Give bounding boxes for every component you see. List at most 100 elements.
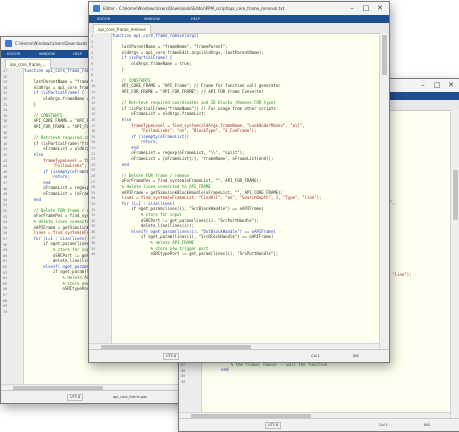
line-number: 30: [91, 196, 96, 201]
line-number: 22: [91, 151, 96, 156]
line-number: 36: [91, 230, 96, 234]
line-number: 70: [3, 309, 8, 314]
line-number: 14: [91, 106, 96, 111]
line-number: 40: [91, 252, 96, 257]
window-controls: – □ ✕: [416, 81, 458, 90]
line-number: 40: [3, 141, 8, 146]
line-number: 61: [3, 259, 8, 264]
line-number: 87: [181, 363, 186, 367]
line-number: 23: [91, 157, 96, 162]
menu-help[interactable]: HELP: [191, 17, 200, 21]
line-number: 63: [3, 270, 8, 275]
line-number: 34: [91, 218, 96, 223]
vertical-scrollbar[interactable]: [379, 33, 389, 350]
line-number: 90: [181, 379, 186, 384]
line-number: 37: [3, 125, 8, 129]
status-col: Col 1: [311, 354, 320, 358]
status-encoding: UTF-8: [67, 394, 84, 401]
status-ins: INS: [353, 354, 359, 358]
status-ins: INS: [424, 423, 430, 427]
minimize-icon[interactable]: –: [345, 4, 359, 13]
line-number: 34: [3, 108, 8, 113]
line-number: 52: [3, 209, 8, 213]
menu-editor[interactable]: EDITOR: [7, 52, 20, 56]
status-bar: UTF-8 Col 1 INS: [89, 349, 389, 362]
line-number: 8: [91, 73, 94, 78]
line-number: 37: [91, 235, 96, 240]
line-number: 32: [91, 207, 96, 212]
line-number: 89: [181, 374, 186, 379]
line-number: 26: [91, 174, 96, 178]
line-number: 36: [3, 119, 8, 124]
line-number: 59: [3, 248, 8, 253]
line-number: 10: [91, 84, 96, 89]
line-number: 48: [3, 186, 8, 191]
minimize-icon[interactable]: –: [416, 81, 430, 90]
line-number: 45: [3, 169, 8, 174]
vertical-scrollbar[interactable]: [450, 110, 459, 419]
line-number: 66: [3, 287, 8, 292]
status-file: api_core_frame.pas: [113, 395, 148, 399]
line-number: 17: [91, 123, 96, 128]
app-icon: [5, 40, 12, 47]
scroll-thumb[interactable]: [382, 35, 387, 75]
maximize-icon[interactable]: □: [430, 81, 444, 90]
line-number: 31: [91, 202, 96, 206]
editor-window-middle[interactable]: Editor - C:\Home\Windows\Users\Downloads…: [88, 1, 390, 363]
line-number: 64: [3, 276, 8, 281]
line-number: 20: [91, 140, 96, 145]
line-number: 29: [91, 190, 96, 195]
line-number: 38: [91, 241, 96, 246]
window-controls: – □ ✕: [345, 4, 387, 13]
line-number: 88: [181, 368, 186, 373]
window-title: C:\Home\Windows\Users\Downloads: [15, 41, 88, 46]
close-icon[interactable]: ✕: [444, 81, 458, 90]
line-number: 62: [3, 265, 8, 269]
line-number: 31: [3, 91, 8, 96]
line-number: 67: [3, 293, 8, 297]
line-number: 29: [3, 80, 8, 85]
line-number: 35: [3, 113, 8, 118]
close-icon[interactable]: ✕: [373, 4, 387, 13]
menu-window[interactable]: WINDOW: [39, 52, 55, 56]
line-number: 27: [3, 69, 8, 73]
line-number: 5: [91, 56, 94, 61]
line-number: 57: [3, 237, 8, 241]
code-line: oSRCtypePort := get_param(lines(i), "Src…: [112, 251, 279, 257]
menu-window[interactable]: WINDOW: [144, 17, 160, 21]
line-number-gutter: 1 2 3 4 5 6 7 8 9 10 11 12 13 14 15 16 17 18 19 20 21 22 23 24 2…: [89, 33, 112, 350]
line-number: 9: [91, 78, 94, 83]
line-number: 7: [91, 67, 94, 72]
line-number: 53: [3, 214, 8, 219]
line-number: 33: [3, 102, 8, 107]
line-number: 42: [3, 153, 8, 157]
line-number: 15: [91, 112, 96, 117]
maximize-icon[interactable]: □: [359, 4, 373, 13]
line-number: 19: [91, 134, 96, 139]
line-number: 54: [3, 220, 8, 225]
menu-editor[interactable]: EDITOR: [97, 17, 110, 21]
line-number: 46: [3, 175, 8, 180]
line-number: 2: [91, 39, 94, 44]
code-line: end: [202, 367, 229, 373]
status-encoding: UTF-8: [163, 353, 180, 360]
line-number: 33: [91, 213, 96, 218]
title-bar[interactable]: Editor - C:\Home\Windows\Users\Downloads…: [89, 2, 389, 16]
line-number: 1: [91, 34, 94, 38]
line-number: 18: [91, 129, 96, 134]
scroll-thumb[interactable]: [453, 170, 458, 220]
code-area[interactable]: function api_core_frame_remove(args) las…: [112, 33, 379, 350]
line-number: 16: [91, 118, 96, 122]
line-number: 43: [3, 158, 8, 163]
line-number: 39: [3, 136, 8, 141]
line-number: 56: [3, 231, 8, 236]
line-number: 51: [3, 203, 8, 208]
menu-help[interactable]: HELP: [73, 52, 82, 56]
line-number: 32: [3, 97, 8, 101]
line-number: 47: [3, 181, 8, 185]
line-number: 35: [91, 224, 96, 229]
line-number: 39: [91, 246, 96, 251]
line-number: 12: [91, 95, 96, 100]
line-number: 50: [3, 197, 8, 202]
line-number: 13: [91, 101, 96, 106]
